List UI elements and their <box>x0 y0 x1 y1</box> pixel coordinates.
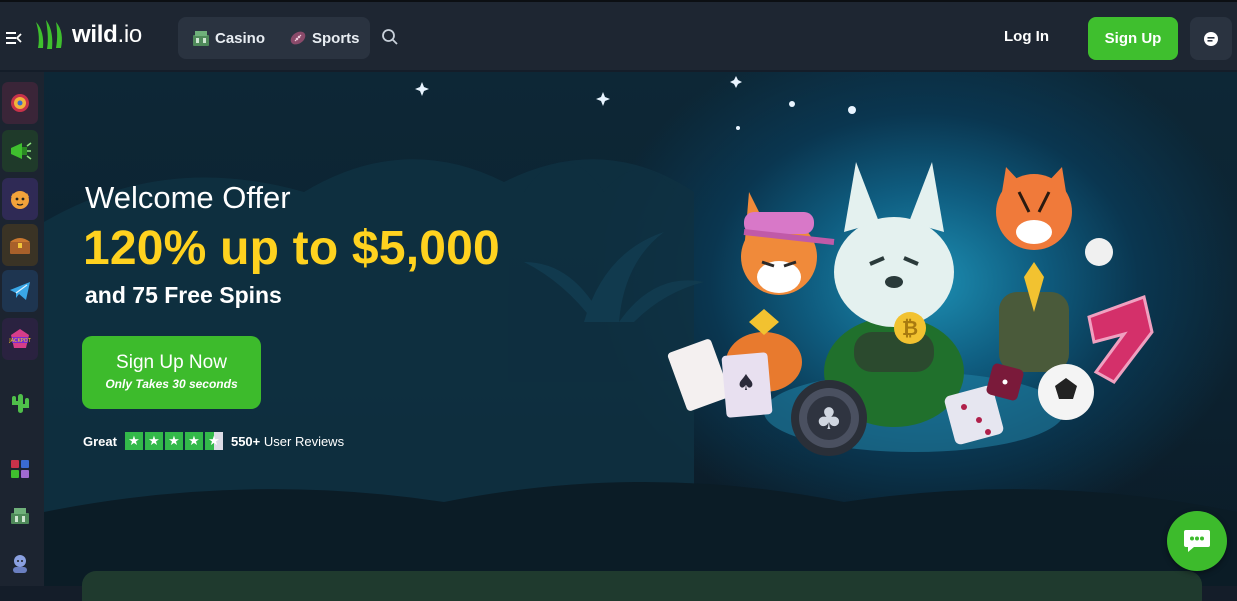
wheel-icon[interactable] <box>2 82 38 124</box>
nav-sports-label: Sports <box>312 29 360 47</box>
hero-banner: ₿ ♣ ♠ Welcome Offer 120% up to $5,000 an… <box>44 72 1237 586</box>
telegram-icon[interactable] <box>2 270 38 312</box>
casino-icon <box>193 31 209 46</box>
cactus-icon[interactable] <box>2 382 38 424</box>
svg-text:♣: ♣ <box>816 402 843 437</box>
offer-subline: and 75 Free Spins <box>85 282 282 308</box>
treasure-chest-icon[interactable] <box>2 224 38 266</box>
nav-casino[interactable]: Casino <box>192 29 265 47</box>
chat-icon[interactable] <box>1190 17 1232 60</box>
grid-icon[interactable] <box>2 448 38 490</box>
live-chat-icon[interactable] <box>1167 511 1227 571</box>
star-icon: ★ <box>144 432 163 450</box>
reviews-text: 550+ User Reviews <box>230 433 345 449</box>
casino-building-icon[interactable] <box>2 494 38 536</box>
signup-button[interactable]: Sign Up <box>1088 17 1178 60</box>
star-icon: ★ <box>124 432 143 450</box>
jackpot-icon[interactable]: JACKPOT <box>2 318 38 360</box>
megaphone-icon[interactable] <box>2 130 38 172</box>
football-icon <box>290 31 306 45</box>
star-icon: ★ <box>164 432 183 450</box>
svg-text:JACKPOT: JACKPOT <box>8 338 31 344</box>
rating-stars: ★ ★ ★ ★ ★ <box>124 432 223 450</box>
svg-text:♠: ♠ <box>736 371 756 396</box>
half-star-icon: ★ <box>204 432 223 450</box>
rating-word: Great <box>83 433 117 449</box>
bottom-promo-panel <box>82 571 1202 601</box>
nav-casino-label: Casino <box>215 29 266 47</box>
star-icon: ★ <box>184 432 203 450</box>
login-button[interactable]: Log In <box>1004 28 1049 45</box>
sidebar: JACKPOT <box>0 72 44 586</box>
main-nav: Casino Sports <box>178 17 370 59</box>
search-icon[interactable] <box>381 28 401 48</box>
trustpilot-rating[interactable]: Great ★ ★ ★ ★ ★ 550+ User Reviews <box>83 432 344 450</box>
cta-main-label: Sign Up Now <box>116 352 227 373</box>
logo-text: wild.io <box>72 21 142 48</box>
signup-now-button[interactable]: Sign Up Now Only Takes 30 seconds <box>82 336 261 409</box>
collapse-menu-icon[interactable] <box>4 28 24 48</box>
hero-background-illustration: ₿ ♣ ♠ <box>44 76 1237 586</box>
avatar-icon[interactable] <box>2 542 38 584</box>
nav-sports[interactable]: Sports <box>289 29 360 47</box>
top-navigation-bar: wild.io Casino Sports Log In Sign Up <box>0 0 1237 70</box>
tiger-icon[interactable] <box>2 178 38 220</box>
cta-sub-label: Only Takes 30 seconds <box>105 377 238 391</box>
wild-io-logo[interactable]: wild.io <box>34 18 142 52</box>
offer-headline: 120% up to $5,000 <box>83 222 500 275</box>
svg-text:₿: ₿ <box>902 316 918 340</box>
claw-marks-icon <box>36 20 62 49</box>
welcome-title: Welcome Offer <box>85 180 291 215</box>
